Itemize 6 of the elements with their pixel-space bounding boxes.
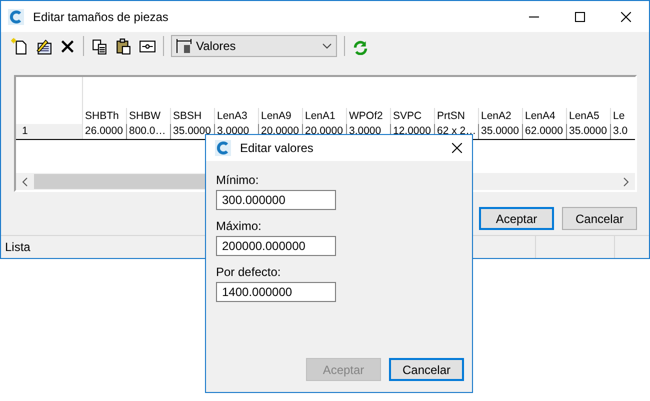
status-text: Lista (5, 240, 30, 254)
field-label: Mínimo: (216, 173, 260, 187)
window-title: Editar tamaños de piezas (33, 10, 168, 24)
field-label: Máximo: (216, 219, 262, 233)
dialog-title: Editar valores (240, 141, 314, 155)
field-label: Por defecto: (216, 265, 282, 279)
